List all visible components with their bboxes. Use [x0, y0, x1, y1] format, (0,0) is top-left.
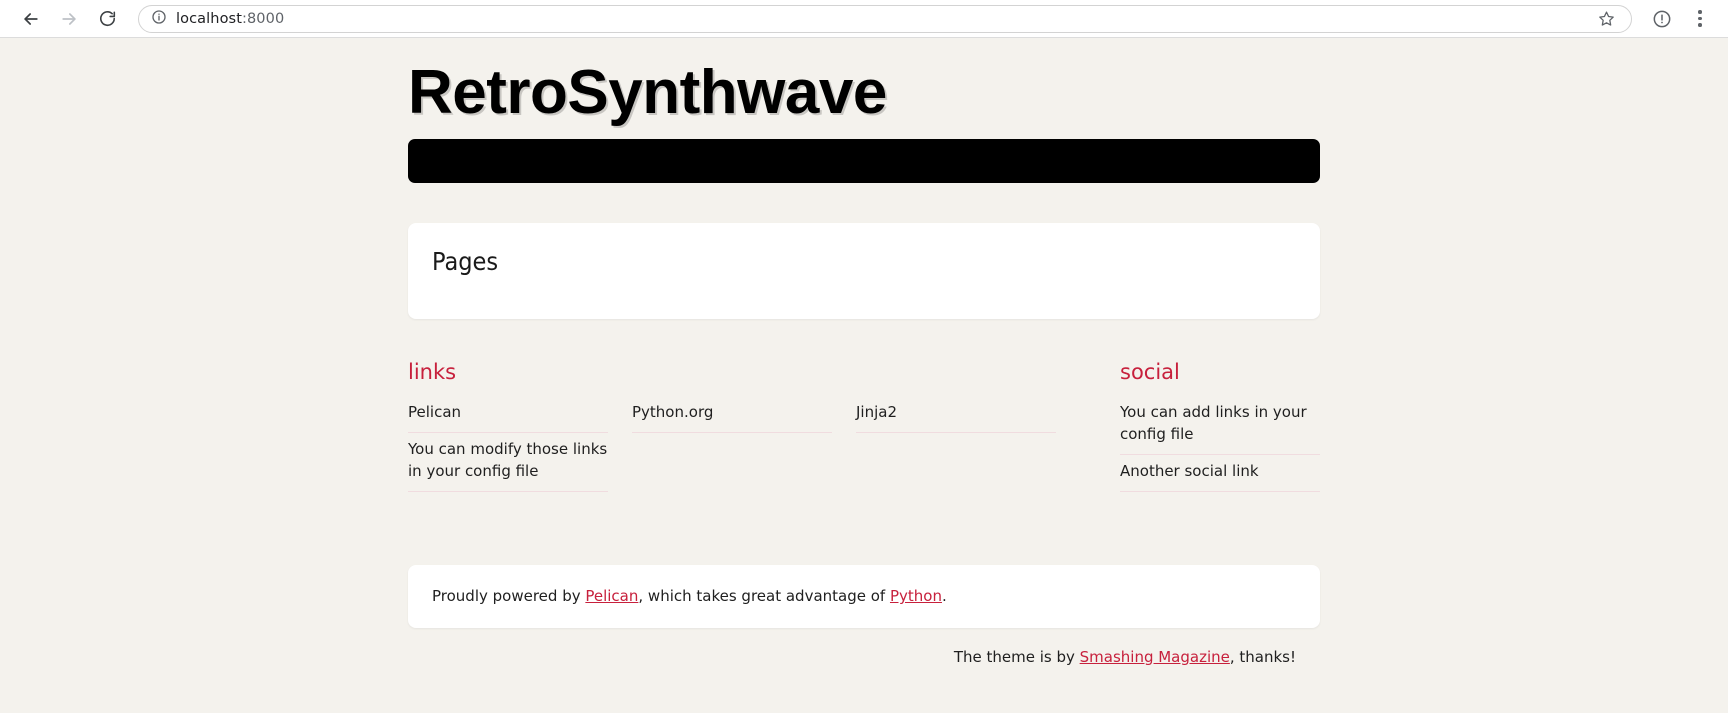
list-item[interactable]: You can add links in your config file [1120, 396, 1320, 455]
reload-button[interactable] [90, 2, 124, 36]
social-list: You can add links in your config file An… [1120, 396, 1320, 492]
kebab-dots [1698, 10, 1702, 27]
widgets-row: links Pelican Python.org Jinja2 You can … [408, 359, 1320, 509]
bookmark-star-icon[interactable] [1593, 6, 1619, 32]
url-port: :8000 [242, 10, 285, 27]
profile-icon[interactable] [1648, 5, 1676, 33]
smashing-magazine-link[interactable]: Smashing Magazine [1080, 648, 1230, 666]
social-widget: social You can add links in your config … [1120, 359, 1320, 492]
page-container: RetroSynthwave Pages links Pelican Pytho… [384, 60, 1344, 666]
credit-prefix: The theme is by [953, 647, 1080, 666]
list-item[interactable]: Jinja2 [856, 396, 1056, 434]
url-host: localhost [176, 10, 242, 27]
site-information-icon[interactable] [151, 9, 167, 29]
forward-button[interactable] [52, 2, 86, 36]
back-button[interactable] [14, 2, 48, 36]
footer-suffix: . [941, 587, 947, 606]
theme-credit: The theme is by Smashing Magazine, thank… [408, 628, 1320, 666]
footer-card: Proudly powered by Pelican, which takes … [408, 565, 1320, 628]
chrome-menu-icon[interactable] [1686, 5, 1714, 33]
site-title: RetroSynthwave [408, 58, 887, 127]
site-navbar[interactable] [408, 139, 1320, 184]
pages-card: Pages [408, 223, 1320, 320]
links-widget: links Pelican Python.org Jinja2 You can … [408, 359, 1088, 492]
list-item[interactable]: Another social link [1120, 455, 1320, 492]
pelican-link[interactable]: Pelican [585, 587, 638, 605]
footer-prefix: Proudly powered by [432, 587, 586, 606]
chrome-right-actions [1648, 5, 1714, 33]
social-widget-title: social [1120, 360, 1180, 385]
list-item[interactable]: You can modify those links in your confi… [408, 433, 608, 492]
python-link[interactable]: Python [890, 587, 942, 605]
credit-suffix: , thanks! [1229, 647, 1296, 666]
links-widget-title: links [408, 360, 457, 385]
url-text: localhost:8000 [176, 11, 1584, 27]
browser-toolbar: localhost:8000 [0, 0, 1728, 38]
list-item[interactable]: Pelican [408, 396, 608, 434]
page-viewport: RetroSynthwave Pages links Pelican Pytho… [0, 38, 1728, 713]
footer-middle: , which takes great advantage of [638, 587, 890, 606]
links-list: Pelican Python.org Jinja2 You can modify… [408, 396, 1088, 492]
address-bar[interactable]: localhost:8000 [138, 4, 1632, 33]
pages-heading: Pages [432, 247, 499, 277]
list-item[interactable]: Python.org [632, 396, 832, 434]
